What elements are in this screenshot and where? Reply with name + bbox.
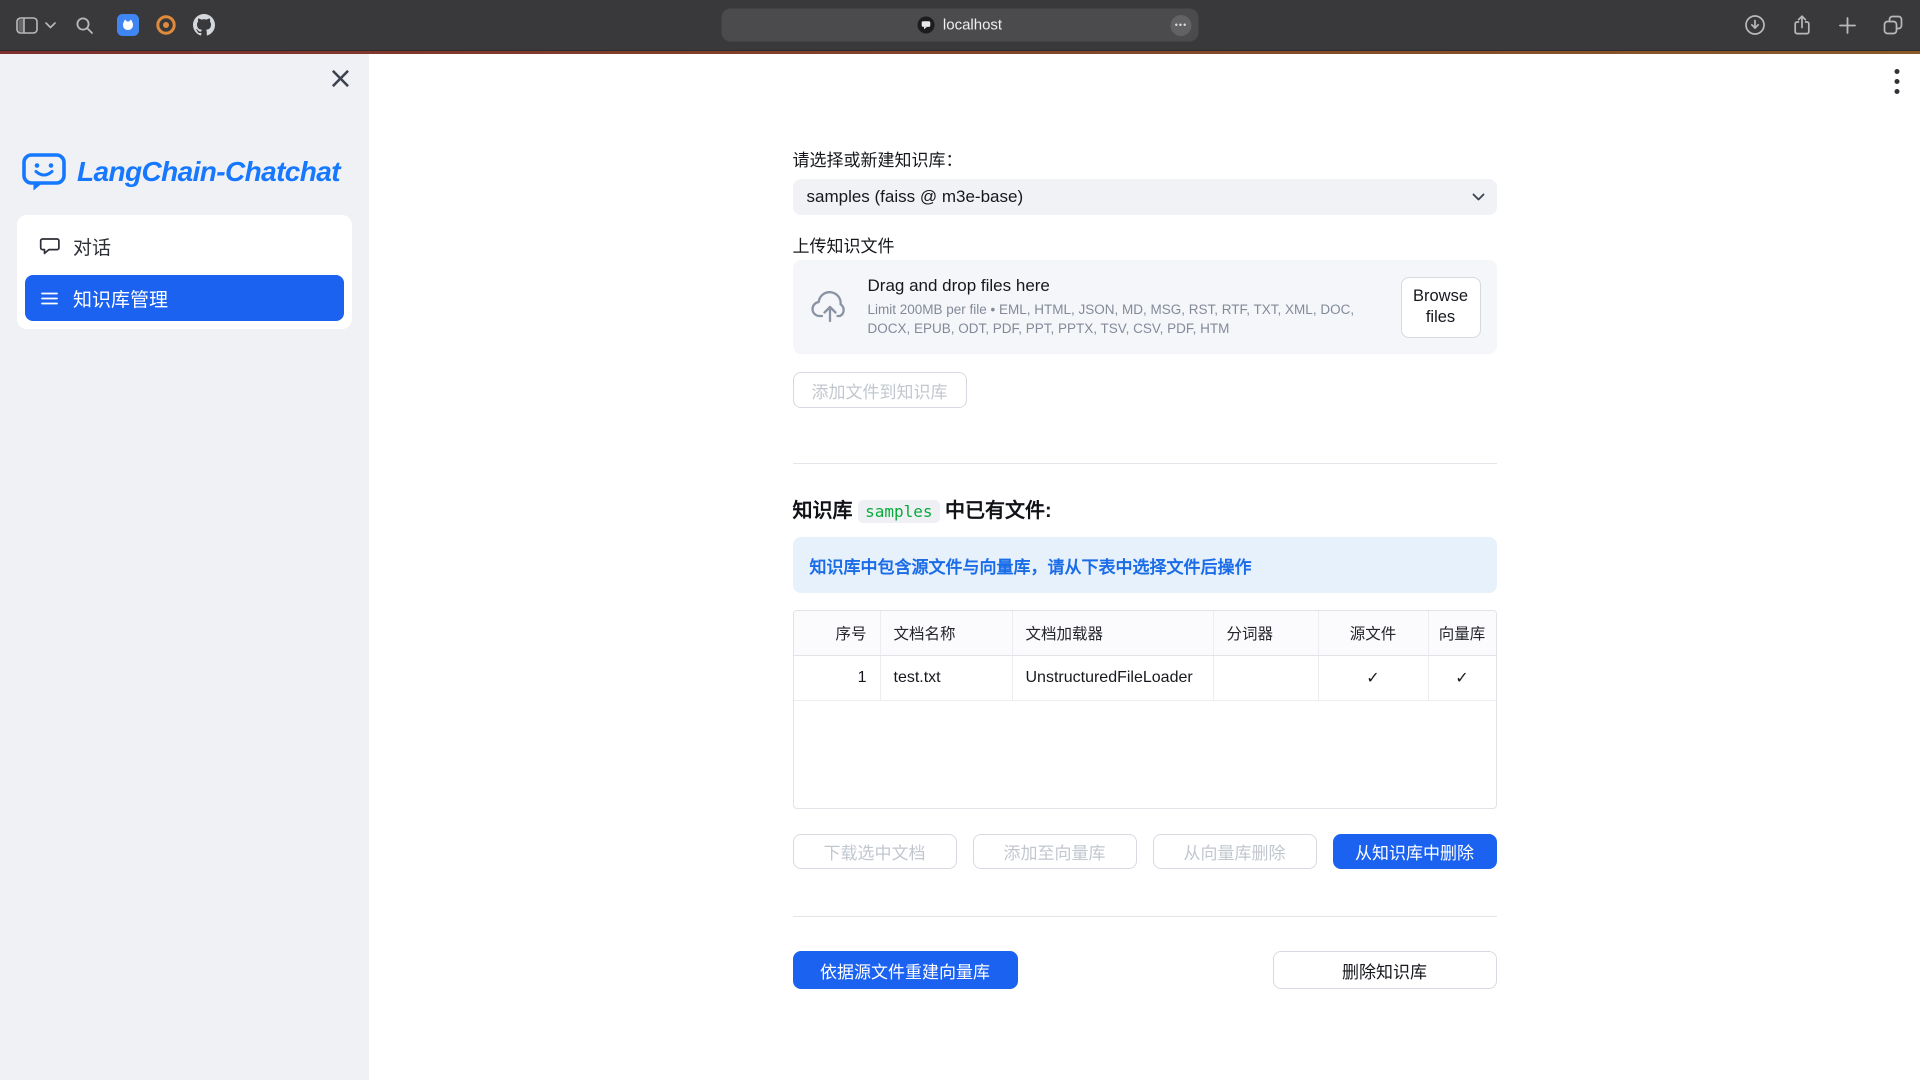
chat-bubble-icon bbox=[39, 236, 60, 257]
browser-toolbar: localhost ••• bbox=[0, 0, 1920, 51]
sidebar-item-kb-management[interactable]: 知识库管理 bbox=[25, 275, 344, 321]
dropzone-title: Drag and drop files here bbox=[868, 276, 1384, 296]
app-menu-icon[interactable] bbox=[1894, 68, 1900, 95]
content-column: 请选择或新建知识库： samples (faiss @ m3e-base) 上传… bbox=[793, 54, 1497, 989]
cloud-upload-icon bbox=[809, 291, 851, 323]
col-header-name: 文档名称 bbox=[881, 611, 1013, 655]
dropzone-limit-text: Limit 200MB per file • EML, HTML, JSON, … bbox=[868, 301, 1384, 337]
main-content: 请选择或新建知识库： samples (faiss @ m3e-base) 上传… bbox=[369, 54, 1920, 1080]
new-tab-icon[interactable] bbox=[1838, 16, 1857, 35]
sidebar-item-label: 知识库管理 bbox=[73, 285, 168, 312]
chevron-down-icon bbox=[1471, 188, 1486, 205]
col-header-loader: 文档加载器 bbox=[1013, 611, 1214, 655]
downloads-icon[interactable] bbox=[1744, 14, 1766, 36]
download-selected-button[interactable]: 下载选中文档 bbox=[793, 834, 957, 869]
dropzone-texts: Drag and drop files here Limit 200MB per… bbox=[868, 276, 1384, 337]
kb-files-heading: 知识库 samples 中已有文件: bbox=[793, 494, 1497, 523]
sidebar-menu: 对话 知识库管理 bbox=[17, 215, 352, 329]
github-icon[interactable] bbox=[193, 14, 215, 36]
add-files-to-kb-button[interactable]: 添加文件到知识库 bbox=[793, 372, 967, 408]
delete-kb-button[interactable]: 删除知识库 bbox=[1273, 951, 1497, 989]
info-alert: 知识库中包含源文件与向量库，请从下表中选择文件后操作 bbox=[793, 537, 1497, 593]
add-to-vector-store-button[interactable]: 添加至向量库 bbox=[973, 834, 1137, 869]
chevron-down-icon[interactable] bbox=[45, 22, 56, 29]
col-header-index: 序号 bbox=[794, 611, 881, 655]
cell-source-check: ✓ bbox=[1319, 656, 1429, 700]
delete-from-kb-button[interactable]: 从知识库中删除 bbox=[1333, 834, 1497, 869]
cell-loader: UnstructuredFileLoader bbox=[1013, 656, 1214, 700]
sidebar-toggle-icon[interactable] bbox=[16, 16, 38, 35]
page-settings-icon[interactable]: ••• bbox=[1171, 15, 1192, 36]
file-dropzone[interactable]: Drag and drop files here Limit 200MB per… bbox=[793, 260, 1497, 354]
divider bbox=[793, 916, 1497, 917]
divider bbox=[793, 463, 1497, 464]
col-header-vector: 向量库 bbox=[1429, 611, 1496, 655]
page-favicon bbox=[918, 17, 935, 34]
tab-overview-icon[interactable] bbox=[1882, 14, 1904, 36]
sidebar-close-icon[interactable]: × bbox=[328, 64, 353, 94]
app-page: × LangChain-Chatchat bbox=[0, 54, 1920, 1080]
table-header-row: 序号 文档名称 文档加载器 分词器 源文件 向量库 bbox=[794, 611, 1496, 656]
url-text: localhost bbox=[943, 17, 1002, 34]
app-logo: LangChain-Chatchat bbox=[22, 153, 369, 191]
col-header-splitter: 分词器 bbox=[1214, 611, 1319, 655]
remove-from-vector-store-button[interactable]: 从向量库删除 bbox=[1153, 834, 1317, 869]
sidebar-item-label: 对话 bbox=[73, 233, 111, 260]
col-header-source: 源文件 bbox=[1319, 611, 1429, 655]
toolbar-left-group bbox=[16, 14, 215, 36]
logo-text: LangChain-Chatchat bbox=[77, 156, 340, 188]
table-action-buttons: 下载选中文档 添加至向量库 从向量库删除 从知识库中删除 bbox=[793, 834, 1497, 869]
blue-app-icon[interactable] bbox=[117, 14, 139, 36]
cell-index: 1 bbox=[794, 656, 881, 700]
files-table: 序号 文档名称 文档加载器 分词器 源文件 向量库 1 test.txt Uns… bbox=[793, 610, 1497, 809]
cell-splitter bbox=[1214, 656, 1319, 700]
cell-vector-check: ✓ bbox=[1429, 656, 1496, 700]
cell-file-name: test.txt bbox=[881, 656, 1013, 700]
screen: localhost ••• bbox=[0, 0, 1920, 1080]
search-icon[interactable] bbox=[75, 16, 94, 35]
list-icon bbox=[39, 288, 60, 309]
kb-select[interactable]: samples (faiss @ m3e-base) bbox=[793, 179, 1497, 215]
address-bar[interactable]: localhost ••• bbox=[722, 9, 1199, 42]
kb-select-label: 请选择或新建知识库： bbox=[793, 150, 1497, 172]
kb-name-code: samples bbox=[858, 500, 939, 523]
browse-files-button[interactable]: Browse files bbox=[1401, 277, 1481, 338]
kb-select-value: samples (faiss @ m3e-base) bbox=[807, 187, 1024, 207]
logo-chat-bubble-icon bbox=[22, 153, 66, 191]
rebuild-vector-store-button[interactable]: 依据源文件重建向量库 bbox=[793, 951, 1018, 989]
share-icon[interactable] bbox=[1791, 14, 1813, 36]
toolbar-right-group bbox=[1744, 14, 1904, 36]
orange-app-icon[interactable] bbox=[155, 14, 177, 36]
sidebar-item-chat[interactable]: 对话 bbox=[25, 223, 344, 269]
kb-action-buttons: 依据源文件重建向量库 删除知识库 bbox=[793, 951, 1497, 989]
table-row[interactable]: 1 test.txt UnstructuredFileLoader ✓ ✓ bbox=[794, 656, 1496, 701]
upload-section-label: 上传知识文件 bbox=[793, 236, 1497, 258]
sidebar: × LangChain-Chatchat bbox=[0, 54, 369, 1080]
